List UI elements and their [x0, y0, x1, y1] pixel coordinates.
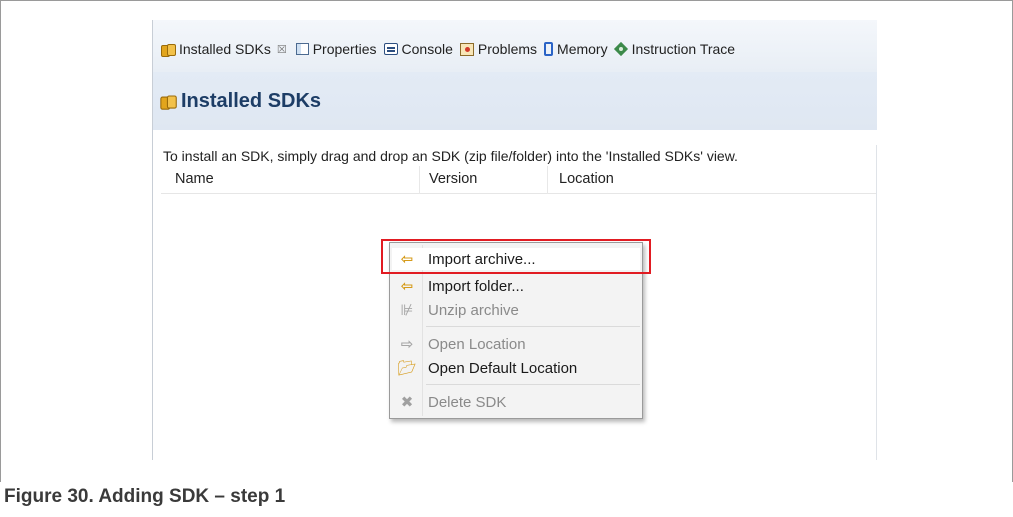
- delete-icon: ✖: [400, 394, 414, 411]
- properties-icon: [295, 43, 309, 55]
- open-arrow-icon: ⇨: [400, 336, 414, 353]
- tab-installed-sdks[interactable]: Installed SDKs ☒: [161, 41, 287, 57]
- tab-console[interactable]: Console: [383, 41, 453, 57]
- column-location[interactable]: Location: [559, 171, 614, 187]
- menu-item-open-default-location[interactable]: 📂︎ Open Default Location: [392, 357, 640, 379]
- problems-icon: [459, 42, 474, 56]
- menu-item-unzip-archive[interactable]: ⊯ Unzip archive: [392, 299, 640, 321]
- trace-icon: [615, 43, 628, 56]
- column-name[interactable]: Name: [175, 171, 214, 187]
- view-title-text: Installed SDKs: [181, 90, 322, 112]
- console-icon: [383, 43, 398, 55]
- menu-item-label: Open Default Location: [428, 359, 578, 377]
- sdk-icon: [161, 43, 176, 57]
- menu-separator: [426, 384, 640, 385]
- close-icon[interactable]: ☒: [277, 43, 287, 56]
- menu-item-label: Unzip archive: [428, 301, 519, 319]
- memory-icon: [544, 42, 554, 56]
- tab-label: Memory: [557, 41, 608, 57]
- tab-label: Problems: [477, 41, 538, 57]
- view-description: To install an SDK, simply drag and drop …: [163, 148, 738, 164]
- folder-icon: 📂︎: [397, 360, 417, 377]
- sdk-icon: [160, 94, 177, 110]
- menu-separator: [426, 326, 640, 327]
- view-tab-bar: Installed SDKs ☒ Properties Console Prob…: [153, 20, 877, 72]
- tab-problems[interactable]: Problems: [459, 41, 538, 57]
- tab-label: Instruction Trace: [631, 41, 736, 57]
- view-tabs: Installed SDKs ☒ Properties Console Prob…: [161, 36, 742, 62]
- import-arrow-icon: ⇦: [400, 278, 414, 295]
- tab-label: Properties: [312, 41, 377, 57]
- table-header: Name Version Location: [161, 166, 877, 194]
- zip-icon: ⊯: [400, 302, 414, 319]
- menu-item-label: Delete SDK: [428, 393, 507, 411]
- highlight-box: [381, 239, 651, 274]
- view-title-bar: Installed SDKs: [153, 72, 877, 130]
- column-divider[interactable]: [547, 166, 548, 194]
- tab-properties[interactable]: Properties: [295, 41, 377, 57]
- menu-item-label: Open Location: [428, 335, 526, 353]
- view-title: Installed SDKs: [160, 90, 322, 113]
- column-divider[interactable]: [419, 166, 420, 194]
- menu-item-label: Import folder...: [428, 277, 524, 295]
- tab-memory[interactable]: Memory: [544, 41, 608, 57]
- column-version[interactable]: Version: [429, 171, 477, 187]
- tab-label: Console: [401, 41, 453, 57]
- tab-instruction-trace[interactable]: Instruction Trace: [615, 41, 736, 57]
- menu-item-import-folder[interactable]: ⇦ Import folder...: [392, 275, 640, 297]
- menu-item-open-location[interactable]: ⇨ Open Location: [392, 333, 640, 355]
- tab-label: Installed SDKs: [179, 41, 271, 57]
- menu-item-delete-sdk[interactable]: ✖ Delete SDK: [392, 391, 640, 413]
- figure-caption: Figure 30. Adding SDK – step 1: [4, 486, 286, 507]
